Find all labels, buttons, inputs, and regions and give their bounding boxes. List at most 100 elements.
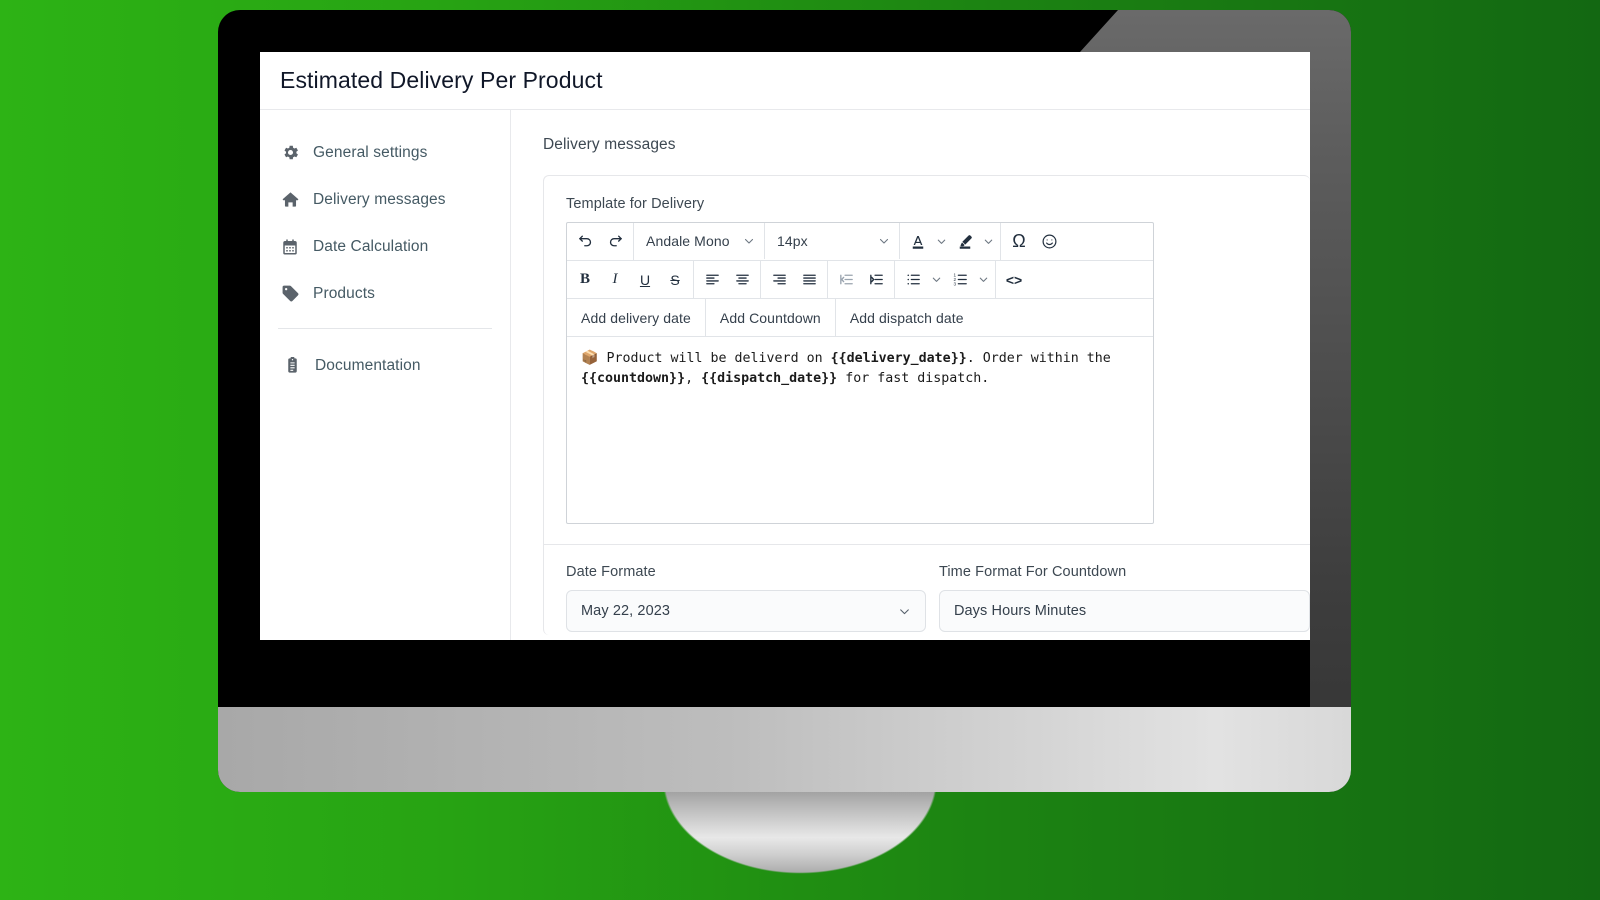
list-group: 1 2 3	[895, 261, 996, 298]
align-left-icon[interactable]	[697, 262, 727, 298]
text-color-icon[interactable]	[903, 224, 933, 260]
sidebar-item-label: Products	[313, 284, 375, 302]
app-body: General settings Delivery messages Date …	[260, 110, 1310, 640]
time-format-value: Days Hours Minutes	[953, 603, 1087, 619]
insert-group: Ω	[1001, 223, 1067, 260]
sidebar-item-documentation[interactable]: Documentation	[260, 342, 510, 389]
editor-token-dispatch-date: {{dispatch_date}}	[701, 371, 838, 386]
source-code-glyph: <>	[1005, 271, 1023, 288]
svg-text:3: 3	[953, 281, 956, 286]
source-code-icon[interactable]: <>	[999, 262, 1029, 298]
align-right-icon[interactable]	[764, 262, 794, 298]
editor-text-3: ,	[685, 371, 702, 386]
page-title: Estimated Delivery Per Product	[280, 67, 603, 93]
date-format-label: Date Formate	[566, 564, 656, 580]
numbered-list-icon[interactable]: 1 2 3	[945, 262, 975, 298]
editor-token-countdown: {{countdown}}	[581, 371, 686, 386]
align-group-1	[694, 261, 761, 298]
source-group: <>	[996, 261, 1032, 298]
card-divider-top	[544, 544, 1310, 545]
history-group	[567, 223, 634, 260]
date-format-field: Date Formate May 22, 2023	[566, 564, 926, 632]
add-countdown-button[interactable]: Add Countdown	[706, 299, 836, 336]
editor-toolbar-row-2: B I U S 1 2 3 <>	[567, 261, 1153, 299]
home-icon	[280, 190, 300, 210]
omega-glyph: Ω	[1012, 231, 1026, 251]
sidebar-item-label: Delivery messages	[313, 190, 446, 208]
settings-card: Template for Delivery Andale Mono 14px Ω…	[543, 175, 1310, 635]
font-family-value: Andale Mono	[646, 233, 730, 249]
chevron-down-icon[interactable]	[933, 224, 950, 260]
editor-label: Template for Delivery	[566, 196, 705, 212]
sidebar-item-label: General settings	[313, 143, 428, 161]
package-emoji-icon: 📦	[581, 350, 599, 366]
color-group	[900, 223, 1001, 260]
screen-viewport: Estimated Delivery Per Product General s…	[260, 52, 1310, 640]
strikethrough-glyph: S	[670, 271, 680, 288]
add-dispatch-date-button[interactable]: Add dispatch date	[836, 299, 978, 336]
underline-glyph: U	[639, 271, 651, 288]
editor-toolbar-row-1: Andale Mono 14px Ω	[567, 223, 1153, 261]
underline-icon[interactable]: U	[630, 262, 660, 298]
indent-group	[828, 261, 895, 298]
date-format-select[interactable]: May 22, 2023	[566, 590, 926, 632]
time-format-label: Time Format For Countdown	[938, 564, 1127, 580]
editor-token-delivery-date: {{delivery_date}}	[830, 351, 967, 366]
highlight-color-icon[interactable]	[950, 224, 980, 260]
sidebar-item-products[interactable]: Products	[260, 270, 510, 317]
editor-text-2: . Order within the	[966, 351, 1111, 366]
sidebar-item-general-settings[interactable]: General settings	[260, 129, 510, 176]
chevron-down-icon[interactable]	[980, 224, 997, 260]
time-format-field: Time Format For Countdown Days Hours Min…	[938, 564, 1310, 632]
chevron-down-icon	[878, 235, 890, 247]
italic-glyph: I	[612, 271, 618, 287]
special-character-icon[interactable]: Ω	[1004, 224, 1034, 260]
font-size-select[interactable]: 14px	[765, 223, 900, 259]
tag-icon	[280, 284, 300, 304]
sidebar-item-date-calculation[interactable]: Date Calculation	[260, 223, 510, 270]
add-delivery-date-button[interactable]: Add delivery date	[567, 299, 706, 336]
chevron-down-icon	[898, 605, 911, 618]
undo-icon[interactable]	[570, 224, 600, 260]
app-header: Estimated Delivery Per Product	[260, 52, 1310, 110]
format-fields-row: Date Formate May 22, 2023 Time Format Fo…	[566, 564, 1310, 632]
gear-icon	[280, 143, 300, 163]
bold-icon[interactable]: B	[570, 262, 600, 298]
rich-text-editor: Andale Mono 14px Ω B I U S 1 2 3 <> Add …	[566, 222, 1154, 524]
indent-icon[interactable]	[861, 262, 891, 298]
clipboard-icon	[282, 356, 302, 376]
redo-icon[interactable]	[600, 224, 630, 260]
sidebar-item-label: Documentation	[315, 356, 421, 374]
desktop-scene: Estimated Delivery Per Product General s…	[0, 0, 1600, 900]
align-center-icon[interactable]	[727, 262, 757, 298]
align-justify-icon[interactable]	[794, 262, 824, 298]
sidebar-divider	[278, 328, 492, 329]
italic-icon[interactable]: I	[600, 262, 630, 298]
sidebar: General settings Delivery messages Date …	[260, 110, 511, 640]
editor-text-1: Product will be deliverd on	[598, 351, 831, 366]
main-panel: Delivery messages Template for Delivery	[511, 110, 1310, 640]
chevron-down-icon[interactable]	[975, 262, 992, 298]
chevron-down-icon[interactable]	[928, 262, 945, 298]
chevron-down-icon	[743, 235, 755, 247]
monitor-chin	[218, 707, 1351, 792]
calendar-icon	[280, 237, 300, 257]
emoji-icon[interactable]	[1034, 224, 1064, 260]
align-group-2	[761, 261, 828, 298]
time-format-select[interactable]: Days Hours Minutes	[938, 590, 1310, 632]
text-style-group: B I U S	[567, 261, 694, 298]
editor-token-row: Add delivery date Add Countdown Add disp…	[567, 299, 1153, 337]
monitor-stand	[650, 780, 950, 900]
bold-glyph: B	[579, 271, 590, 287]
editor-text-4: for fast dispatch.	[837, 371, 990, 386]
sidebar-item-label: Date Calculation	[313, 237, 429, 255]
date-format-value: May 22, 2023	[581, 603, 671, 619]
editor-content-area[interactable]: 📦 Product will be deliverd on {{delivery…	[567, 337, 1153, 523]
bullet-list-icon[interactable]	[898, 262, 928, 298]
strikethrough-icon[interactable]: S	[660, 262, 690, 298]
font-size-value: 14px	[777, 233, 808, 249]
section-title: Delivery messages	[543, 136, 676, 153]
font-family-select[interactable]: Andale Mono	[634, 223, 765, 259]
sidebar-item-delivery-messages[interactable]: Delivery messages	[260, 176, 510, 223]
outdent-icon[interactable]	[831, 262, 861, 298]
